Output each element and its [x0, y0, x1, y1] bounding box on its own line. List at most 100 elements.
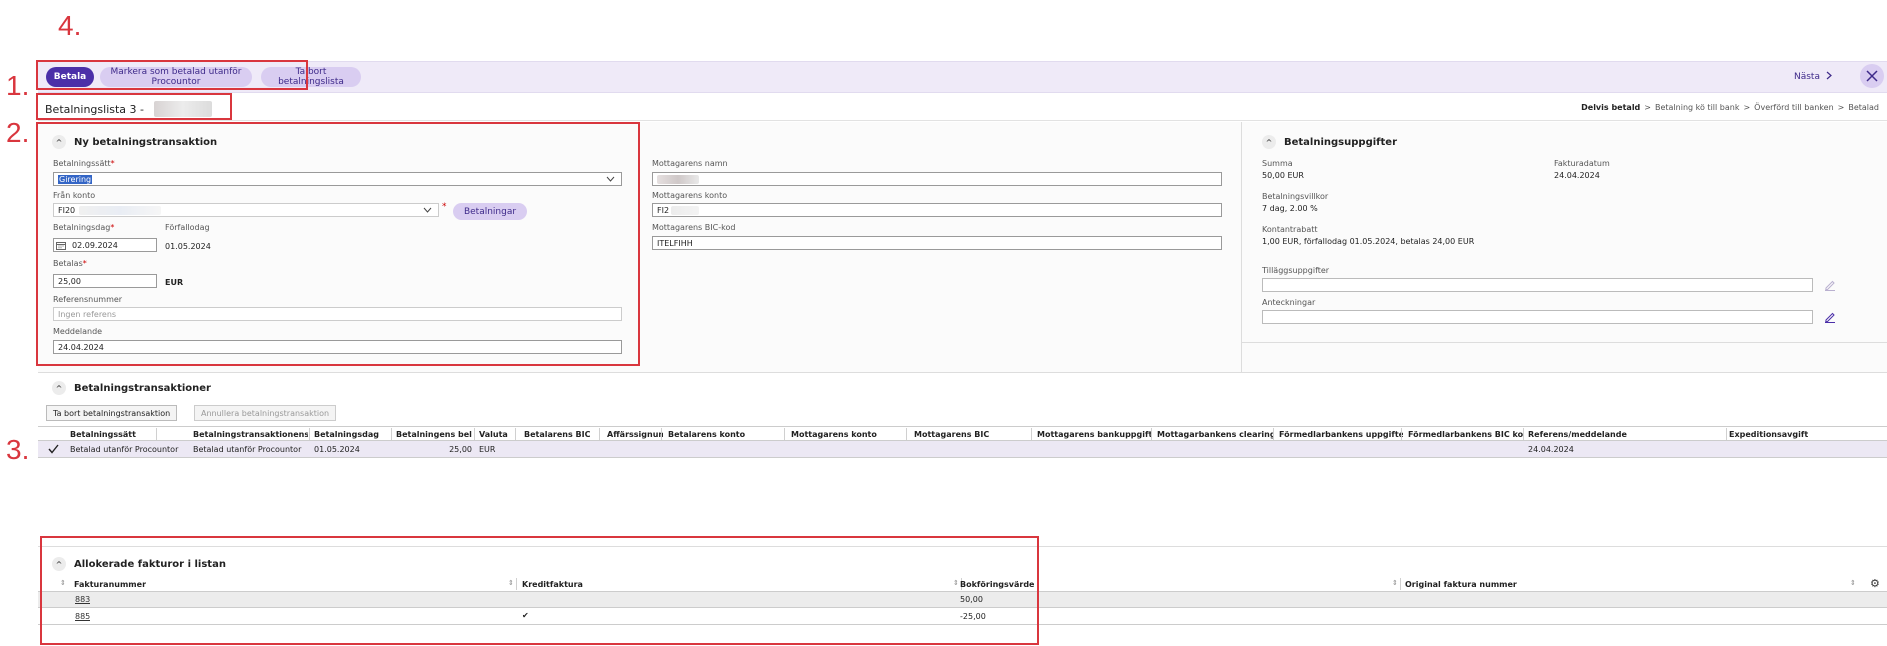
col-header[interactable]: Betalarens BIC	[524, 430, 594, 439]
amount-field[interactable]: 25,00	[53, 274, 157, 288]
col-header[interactable]: Förmedlarbankens BIC kod	[1408, 430, 1523, 439]
recipient-name-field[interactable]	[652, 172, 1222, 186]
sort-icon[interactable]: ⇕	[953, 579, 959, 587]
cell-date: 01.05.2024	[314, 445, 360, 454]
col-separator	[599, 428, 600, 440]
col-header[interactable]: Referens/meddelande	[1528, 430, 1678, 439]
recipient-bic-field[interactable]: ITELFIHH	[652, 236, 1222, 250]
recipient-account-value: FI2	[657, 205, 670, 215]
col-header-original[interactable]: Original faktura nummer	[1405, 580, 1517, 589]
cell-status: Betalad utanför Procountor	[193, 445, 302, 454]
payment-method-select[interactable]: Girering	[53, 172, 622, 186]
col-separator	[474, 428, 475, 440]
col-header[interactable]: Affärssignum	[607, 430, 663, 439]
col-header[interactable]: Betalningssätt	[70, 430, 158, 439]
payment-date-field[interactable]: 02.09.2024	[53, 238, 157, 252]
reference-label: Referensnummer	[53, 295, 123, 304]
panel-divider	[1241, 122, 1242, 372]
title-bar: Betalningslista 3 - Delvis betald > Beta…	[38, 93, 1887, 121]
chevron-down-icon	[423, 206, 432, 215]
col-separator	[516, 578, 517, 590]
annotation-1: 1.	[6, 70, 30, 101]
payments-button[interactable]: Betalningar	[453, 203, 527, 220]
new-transaction-heading[interactable]: ^ Ny betalningstransaktion	[52, 135, 217, 149]
col-separator	[1726, 428, 1727, 440]
col-header[interactable]: Betalningsdag	[314, 430, 388, 439]
recipient-account-field[interactable]: FI2	[652, 203, 1222, 217]
invoices-table: ⇕ Fakturanummer ⇕ Kreditfaktura ⇕ Bokför…	[38, 577, 1887, 629]
col-header[interactable]: Betalningens belo	[396, 430, 472, 439]
payment-info-heading[interactable]: ^ Betalningsuppgifter	[1262, 135, 1397, 149]
col-header[interactable]: Mottagarens konto	[791, 430, 901, 439]
list-title: Betalningslista 3 -	[45, 102, 144, 116]
col-separator	[1523, 428, 1524, 440]
transactions-table: Betalningssätt Betalningstransaktionens …	[38, 426, 1887, 464]
edit-icon[interactable]	[1824, 279, 1836, 294]
payment-info-heading-text: Betalningsuppgifter	[1284, 136, 1398, 148]
settings-gear-icon[interactable]: ⚙	[1870, 577, 1880, 590]
redacted-recipient-account	[671, 205, 700, 215]
invoices-heading[interactable]: ^ Allokerade fakturor i listan	[52, 557, 226, 571]
col-header[interactable]: Valuta	[479, 430, 513, 439]
terms-label: Betalningsvillkor	[1262, 192, 1329, 201]
sort-icon[interactable]: ⇕	[1392, 579, 1398, 587]
redacted-name	[657, 174, 699, 184]
col-header[interactable]: Mottagarens BIC	[914, 430, 1024, 439]
mark-paid-button[interactable]: Markera som betalad utanför Procountor	[100, 67, 252, 87]
invoices-divider	[38, 546, 1887, 547]
sort-icon[interactable]: ⇕	[508, 579, 514, 587]
message-label: Meddelande	[53, 327, 103, 336]
col-header[interactable]: Mottagarbankens clearingk	[1157, 430, 1273, 439]
invoice-date-value: 24.04.2024	[1554, 171, 1600, 180]
col-header-invoice-number[interactable]: Fakturanummer	[74, 580, 146, 589]
invoice-number-link[interactable]: 885	[75, 612, 90, 621]
recipient-bic-label: Mottagarens BIC-kod	[652, 223, 736, 232]
remove-transaction-button[interactable]: Ta bort betalningstransaktion	[46, 405, 178, 421]
reference-field[interactable]: Ingen referens	[53, 307, 622, 321]
pay-button[interactable]: Betala	[46, 67, 94, 87]
col-separator	[309, 428, 310, 440]
remove-list-button[interactable]: Ta bort betalningslista	[261, 67, 361, 87]
message-field[interactable]: 24.04.2024	[53, 340, 622, 354]
calendar-icon[interactable]	[56, 241, 66, 250]
collapse-icon[interactable]: ^	[52, 135, 66, 149]
breadcrumb-queued: Betalning kö till bank	[1654, 103, 1740, 112]
page-title: Betalningslista 3 -	[45, 101, 212, 117]
cancel-transaction-button[interactable]: Annullera betalningstransaktion	[194, 405, 337, 421]
transactions-heading[interactable]: ^ Betalningstransaktioner	[52, 381, 211, 395]
col-header-credit[interactable]: Kreditfaktura	[522, 580, 583, 589]
sort-icon[interactable]: ⇕	[60, 579, 66, 587]
notes-field[interactable]	[1262, 310, 1813, 324]
invoice-number-link[interactable]: 883	[75, 595, 90, 604]
col-header-value[interactable]: Bokföringsvärde	[960, 580, 1034, 589]
col-separator	[1031, 428, 1032, 440]
col-header[interactable]: Mottagarens bankuppgifter	[1037, 430, 1152, 439]
table-row[interactable]: Betalad utanför Procountor Betalad utanf…	[38, 441, 1887, 458]
from-account-select[interactable]: FI20	[53, 203, 439, 217]
col-header[interactable]: Betalarens konto	[668, 430, 778, 439]
cell-booking-value: 50,00	[960, 595, 983, 604]
table-row[interactable]: 883 50,00	[38, 592, 1887, 608]
close-icon[interactable]	[1860, 64, 1884, 88]
payment-method-value: Girering	[58, 174, 93, 184]
discount-label: Kontantrabatt	[1262, 225, 1318, 234]
next-button[interactable]: Nästa	[1794, 71, 1832, 83]
cell-method: Betalad utanför Procountor	[70, 445, 179, 454]
col-header[interactable]: Expeditionsavgift	[1729, 430, 1869, 439]
currency-label: EUR	[165, 278, 184, 287]
table-row[interactable]: 885 ✔ -25,00	[38, 609, 1887, 625]
col-header[interactable]: Betalningstransaktionens st	[193, 430, 308, 439]
extra-info-field[interactable]	[1262, 278, 1813, 292]
sort-icon[interactable]: ⇕	[1850, 579, 1856, 587]
collapse-icon[interactable]: ^	[1262, 135, 1276, 149]
col-header[interactable]: Förmedlarbankens uppgifter	[1279, 430, 1403, 439]
collapse-icon[interactable]: ^	[52, 381, 66, 395]
col-separator	[156, 428, 157, 440]
payment-date-value: 02.09.2024	[72, 240, 118, 250]
collapse-icon[interactable]: ^	[52, 557, 66, 571]
from-account-value: FI20	[58, 205, 76, 215]
edit-icon[interactable]	[1824, 311, 1836, 326]
breadcrumb-sep-1: >	[1644, 103, 1651, 112]
chevron-down-icon	[606, 175, 615, 184]
checkmark-icon[interactable]	[48, 444, 59, 457]
